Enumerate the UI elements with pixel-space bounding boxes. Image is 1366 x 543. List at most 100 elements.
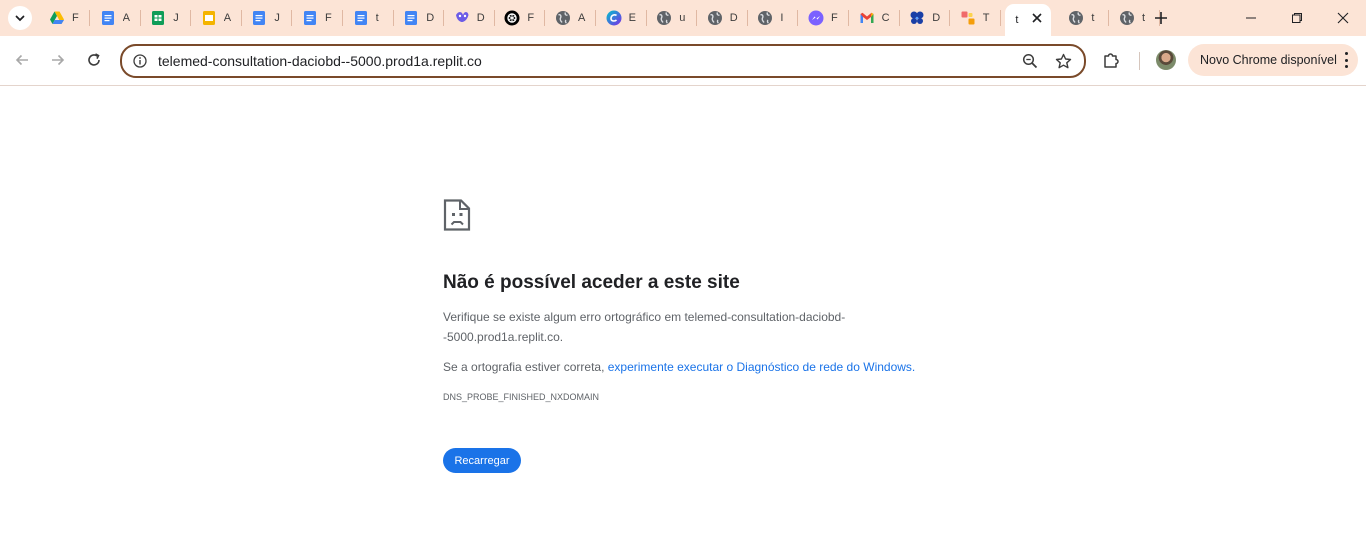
globe-icon — [1067, 9, 1085, 27]
tab-separator — [999, 10, 1001, 26]
tab[interactable]: A — [192, 6, 242, 30]
app-logo-icon — [453, 9, 471, 27]
tab[interactable]: I — [748, 6, 799, 30]
tab-title: C — [881, 12, 890, 24]
tab-active[interactable]: t — [1005, 4, 1052, 36]
tab[interactable]: D — [698, 6, 748, 30]
minimize-icon — [1246, 17, 1256, 19]
globe-icon — [554, 9, 572, 27]
restore-button[interactable] — [1274, 0, 1320, 36]
chrome-update-button[interactable]: Novo Chrome disponível — [1188, 44, 1358, 76]
canva-icon — [605, 9, 623, 27]
google-docs-icon — [99, 9, 117, 27]
network-diagnostics-link[interactable]: experimente executar o Diagnóstico de re… — [608, 360, 916, 374]
forward-button[interactable] — [46, 48, 70, 72]
tab-strip: FAJAJFtDDFAEuDIFCDTttt — [0, 0, 1366, 36]
tab[interactable]: J — [141, 6, 192, 30]
google-docs-icon — [301, 9, 319, 27]
tab-title: F — [831, 12, 838, 24]
sad-document-icon — [443, 199, 471, 231]
tab-title: D — [476, 12, 485, 24]
tab[interactable]: u — [647, 6, 698, 30]
tab[interactable]: D — [445, 6, 495, 30]
site-info-button[interactable] — [132, 53, 148, 69]
close-tab-button[interactable] — [1029, 10, 1045, 26]
tab-title: F — [527, 12, 535, 24]
globe-icon — [706, 9, 724, 27]
google-docs-icon — [402, 9, 420, 27]
plus-icon — [1155, 12, 1167, 24]
tab-title: F — [325, 12, 332, 24]
profile-avatar[interactable] — [1156, 50, 1176, 70]
tab-title: J — [274, 12, 280, 24]
tab[interactable]: F — [40, 6, 90, 30]
tab-title: T — [982, 12, 990, 24]
new-tab-button[interactable] — [1150, 7, 1172, 29]
tab-title: I — [780, 12, 784, 24]
tab-title: u — [679, 12, 686, 24]
arrow-right-icon — [52, 54, 65, 66]
google-sheets-icon — [149, 9, 167, 27]
openai-icon — [503, 9, 521, 27]
tab[interactable]: E — [597, 6, 647, 30]
toolbar-separator — [1139, 52, 1140, 70]
butterfly-icon — [908, 9, 926, 27]
reload-icon — [88, 53, 100, 66]
minimize-button[interactable] — [1228, 0, 1274, 36]
zoom-button[interactable] — [1020, 51, 1040, 71]
tab[interactable]: C — [850, 6, 900, 30]
url-text[interactable]: telemed-consultation-daciobd--5000.prod1… — [158, 53, 482, 69]
google-docs-icon — [250, 9, 268, 27]
tab-title: A — [122, 12, 130, 24]
tab[interactable]: D — [394, 6, 445, 30]
tab-title: D — [729, 12, 738, 24]
tab[interactable]: F — [293, 6, 343, 30]
asana-icon — [959, 9, 977, 27]
star-icon — [1055, 53, 1071, 68]
close-icon — [1337, 12, 1349, 24]
bookmark-button[interactable] — [1053, 51, 1073, 71]
more-menu-icon[interactable] — [1344, 52, 1348, 68]
gmail-icon — [858, 9, 876, 27]
error-code: DNS_PROBE_FINISHED_NXDOMAIN — [443, 392, 600, 402]
zoom-icon — [1022, 53, 1038, 69]
globe-icon — [756, 9, 774, 27]
tab-title: t — [1015, 14, 1019, 26]
error-spelling-hint: Verifique se existe algum erro ortográfi… — [443, 310, 846, 344]
tab[interactable]: F — [495, 6, 546, 30]
google-docs-icon — [352, 9, 370, 27]
extensions-button[interactable] — [1100, 49, 1122, 71]
update-label: Novo Chrome disponível — [1200, 53, 1337, 67]
tab-title: t — [1091, 12, 1095, 24]
tab-title: t — [375, 12, 379, 24]
google-slides-icon — [200, 9, 218, 27]
tab[interactable]: T — [951, 6, 1001, 30]
back-button[interactable] — [10, 48, 34, 72]
tab[interactable]: D — [900, 6, 951, 30]
arrow-left-icon — [15, 54, 28, 66]
chevron-down-icon — [15, 15, 25, 22]
tab[interactable]: F — [799, 6, 849, 30]
restore-icon — [1292, 13, 1302, 23]
tab-search-button[interactable] — [8, 6, 32, 30]
tab[interactable]: A — [546, 6, 596, 30]
close-window-button[interactable] — [1320, 0, 1366, 36]
google-drive-icon — [48, 9, 66, 27]
tab-title: E — [628, 12, 636, 24]
puzzle-icon — [1104, 53, 1119, 68]
tab-title: J — [173, 12, 179, 24]
info-icon — [133, 54, 147, 68]
tab[interactable]: t — [1059, 6, 1110, 30]
diagnostics-prefix: Se a ortografia estiver correta, — [443, 360, 608, 374]
tab-title: D — [426, 12, 435, 24]
browser-toolbar: telemed-consultation-daciobd--5000.prod1… — [0, 36, 1366, 86]
tab[interactable]: J — [242, 6, 293, 30]
reload-button[interactable] — [82, 48, 106, 72]
tab-title: A — [578, 12, 586, 24]
reload-page-button[interactable]: Recarregar — [443, 448, 521, 473]
tab[interactable]: t — [344, 6, 394, 30]
error-title: Não é possível aceder a este site — [443, 272, 740, 293]
tab-title: A — [223, 12, 232, 24]
address-bar[interactable]: telemed-consultation-daciobd--5000.prod1… — [120, 44, 1086, 78]
tab[interactable]: A — [91, 6, 141, 30]
